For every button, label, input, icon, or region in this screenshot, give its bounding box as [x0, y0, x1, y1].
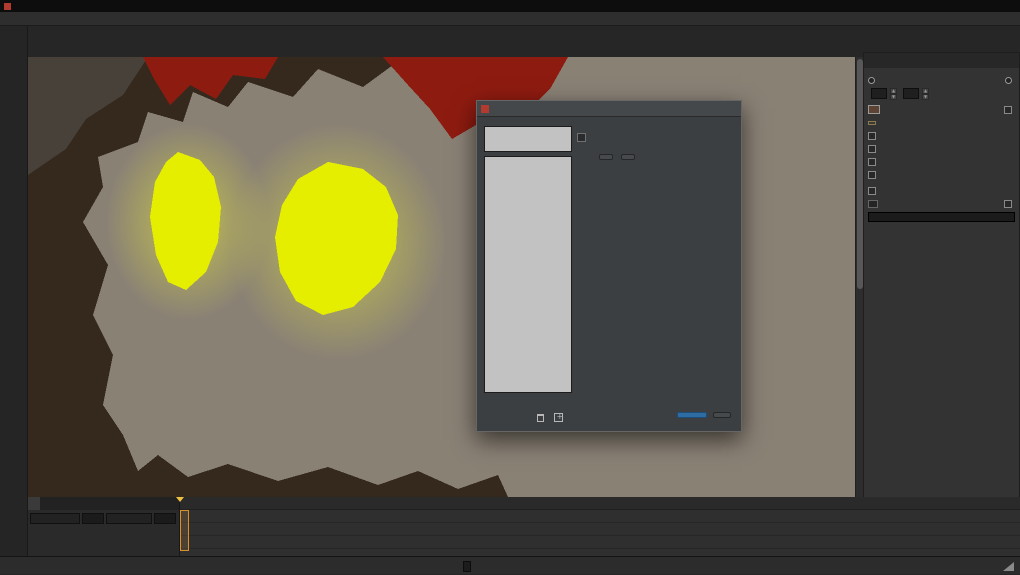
effect-description: [577, 363, 735, 410]
post-effects-list[interactable]: [484, 156, 572, 393]
menu-bar: [0, 12, 1020, 26]
frame-count-group: [458, 557, 481, 575]
grid-opacity-slider[interactable]: [868, 212, 1015, 222]
follow-transform-row: [577, 133, 735, 142]
point-grid-checkbox[interactable]: [1004, 199, 1012, 208]
layers-tab-bar: [28, 497, 179, 510]
follow-transform-checkbox[interactable]: [577, 133, 586, 142]
show-grid-checkbox[interactable]: [868, 186, 876, 195]
panel-tabs: [864, 53, 1019, 68]
premultiplied-checkbox[interactable]: [868, 157, 876, 166]
trim-canvas-checkbox[interactable]: [868, 170, 876, 179]
status-bar: [0, 556, 1020, 574]
timeline-body[interactable]: [180, 510, 1020, 556]
panel-content: ▲ ▼ ▲ ▼: [864, 68, 1019, 225]
glow-value[interactable]: [154, 513, 176, 524]
wrapping-preview-button[interactable]: [868, 120, 876, 125]
timeline-ruler[interactable]: [180, 497, 1020, 510]
dialog-title-bar[interactable]: [477, 101, 741, 117]
effects-list-actions: [537, 412, 563, 422]
thumbnail-size-group: [985, 557, 1014, 575]
glow-slider[interactable]: [106, 513, 152, 524]
timeline-panel: [176, 497, 1020, 556]
canvas-height-input[interactable]: [903, 88, 919, 99]
add-effect-button[interactable]: [554, 412, 563, 422]
thumbnail-size-slider[interactable]: [1003, 561, 1014, 571]
pixel-mode-radio[interactable]: [868, 77, 875, 84]
opacity-value[interactable]: [82, 513, 104, 524]
remove-effect-button[interactable]: [537, 413, 544, 422]
opacity-slider[interactable]: [30, 513, 80, 524]
layer-settings-list[interactable]: [484, 126, 572, 152]
transparent-checkbox[interactable]: [1004, 105, 1012, 114]
hdr-tone-mapping-checkbox[interactable]: [868, 144, 876, 153]
layer-properties-dialog: [476, 100, 742, 432]
playhead-column[interactable]: [180, 510, 189, 551]
tab-timeline[interactable]: [40, 497, 52, 510]
layer-sliders: [28, 510, 179, 527]
dialog-left-column: [484, 123, 572, 393]
dialog-icon: [481, 104, 489, 113]
height-spinner[interactable]: ▲ ▼: [922, 88, 929, 100]
canvas-width-input[interactable]: [871, 88, 887, 99]
background-color-swatch[interactable]: [868, 105, 880, 114]
width-spinner[interactable]: ▲ ▼: [890, 88, 897, 100]
title-bar: [0, 0, 1020, 12]
vector-mode-radio[interactable]: [1005, 77, 1012, 84]
ok-button[interactable]: [677, 412, 707, 418]
canvas-vscrollbar[interactable]: [855, 57, 863, 497]
right-panel: ▲ ▼ ▲ ▼: [863, 52, 1020, 556]
reset-button[interactable]: [621, 154, 635, 160]
grid-color-swatch[interactable]: [868, 199, 878, 208]
anti-aliasing-checkbox[interactable]: [868, 131, 876, 140]
left-toolbar: [0, 26, 28, 556]
show-shader-code-button[interactable]: [599, 154, 613, 160]
frame-count-input[interactable]: [463, 560, 471, 572]
tab-layers[interactable]: [28, 497, 40, 510]
app-logo-icon: [4, 2, 11, 10]
layers-panel: [28, 497, 180, 556]
dialog-right-column: [577, 127, 735, 160]
cancel-button[interactable]: [713, 412, 731, 418]
